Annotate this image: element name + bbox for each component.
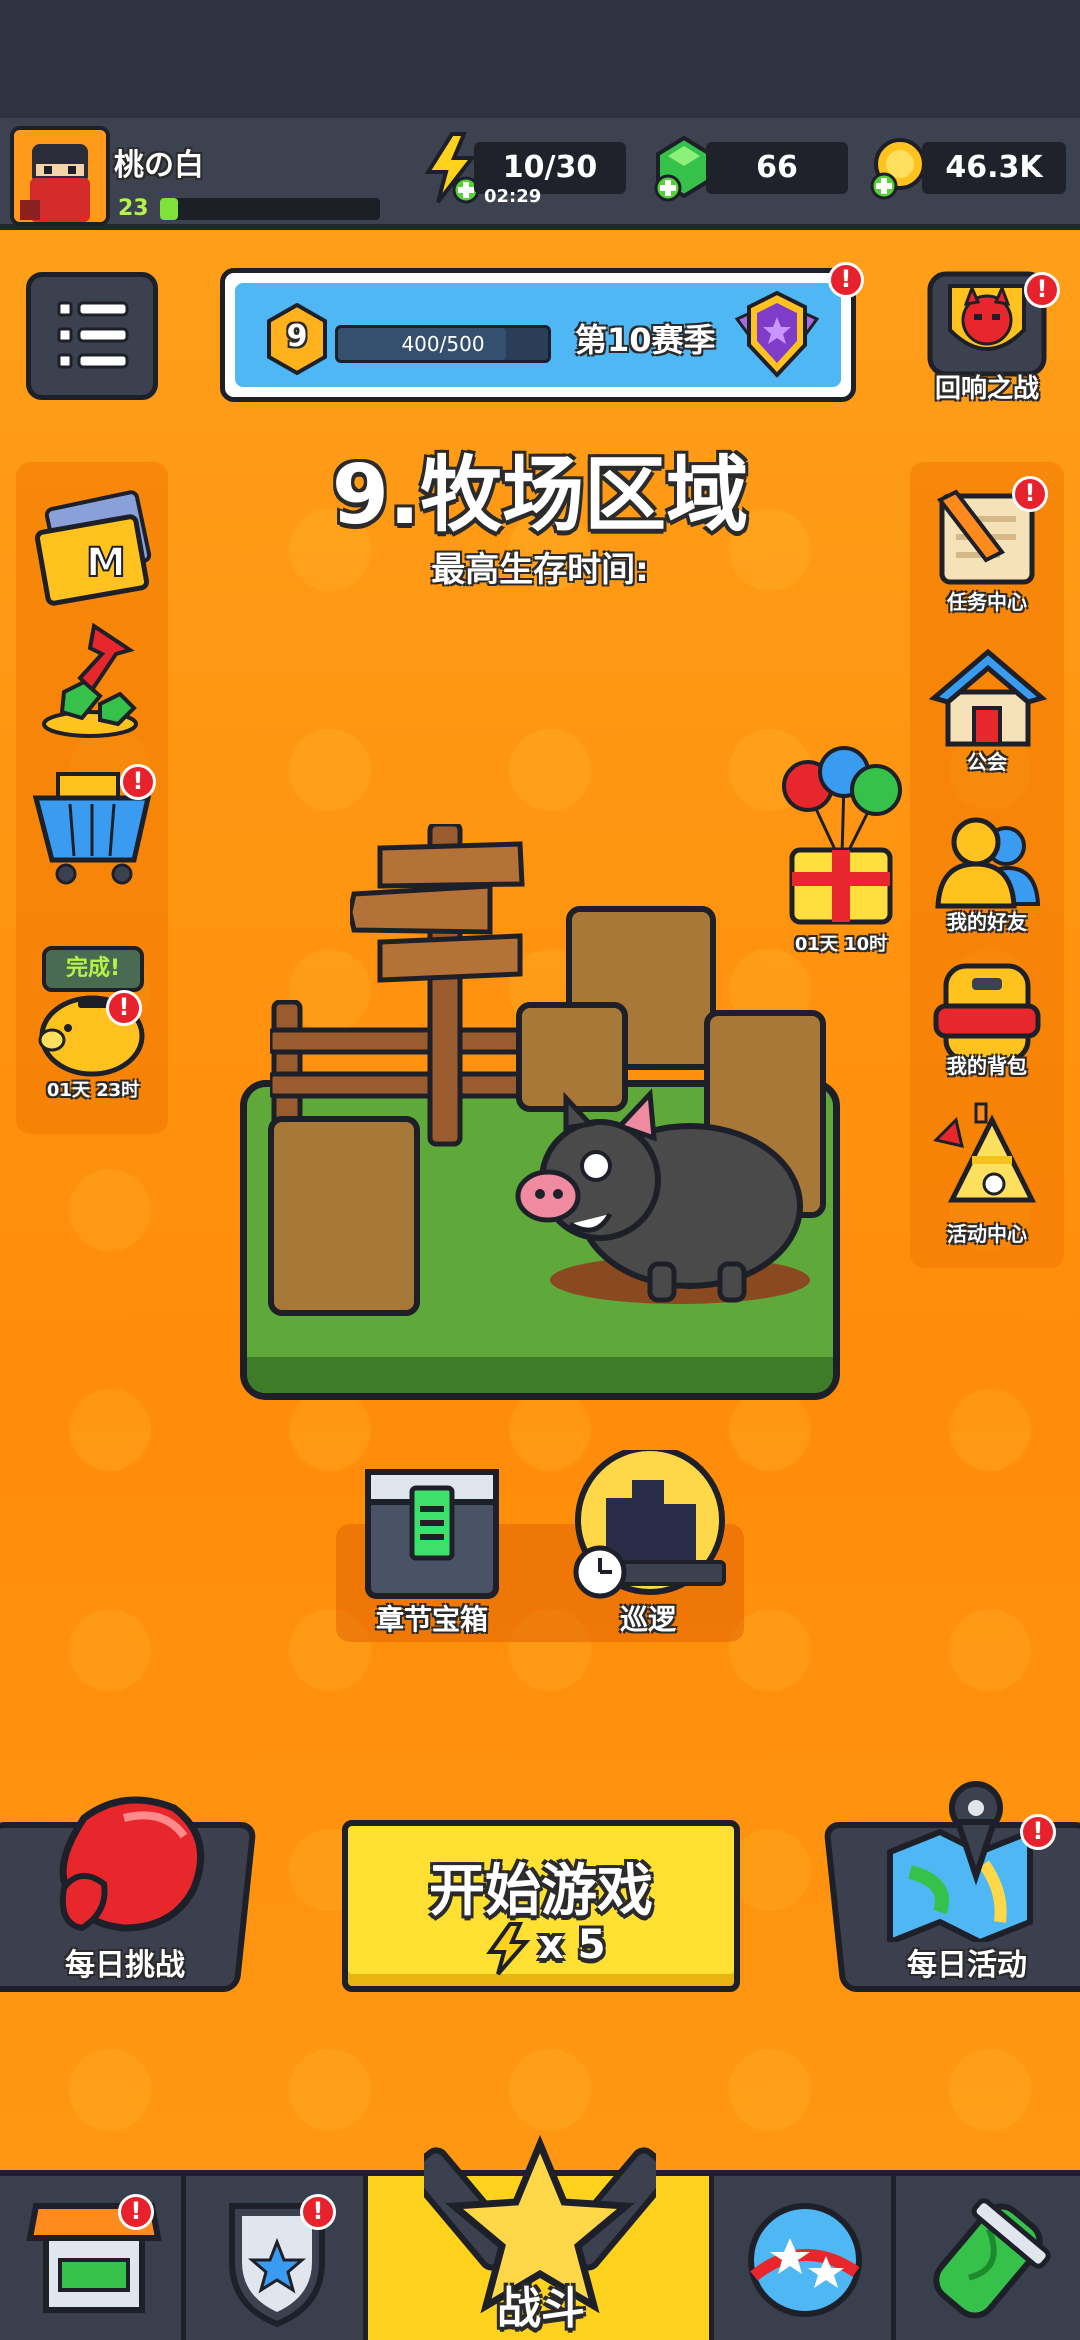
balloon-gift-button[interactable] [776, 746, 906, 936]
gift-timer: 01天 10时 [794, 934, 888, 955]
resource-header: 桃の白 23 10/30 02:29 66 46.3K [0, 118, 1080, 230]
season-progress-bar: 400/500 [335, 325, 551, 363]
list-menu-icon [57, 301, 129, 369]
energy-timer: 02:29 [484, 186, 542, 207]
patrol-label: 巡逻 [619, 1603, 676, 1636]
piggy-timer: 01天 23时 [46, 1080, 140, 1101]
echo-battle-alert-badge: ! [1024, 272, 1060, 308]
gem-box: 66 [706, 142, 848, 194]
season-emblem-icon [729, 289, 825, 383]
coin-value: 46.3K [945, 150, 1043, 185]
player-level: 23 [118, 196, 149, 221]
shield-star-icon [229, 2203, 325, 2328]
right-side-label-0: 任务中心 [947, 590, 1027, 614]
right-side-label-4: 活动中心 [947, 1222, 1027, 1246]
daily-event-label: 每日活动 [907, 1948, 1027, 1983]
piggy-complete-bubble: 完成! [42, 946, 144, 992]
nav-tab-talent[interactable] [714, 2176, 896, 2340]
patrol-button[interactable] [566, 1445, 730, 1600]
right-side-label-3: 我的背包 [947, 1054, 1027, 1078]
player-avatar[interactable] [10, 126, 110, 226]
house-icon [928, 648, 1048, 747]
event-center-button[interactable]: 活动中心 [922, 1100, 1052, 1246]
hay-bale [268, 1116, 420, 1316]
party-horn-icon [933, 1102, 1037, 1203]
growth-fund-button[interactable] [34, 620, 152, 742]
equipment-tab-alert-badge: ! [300, 2194, 336, 2230]
right-side-label-1: 公会 [967, 750, 1007, 774]
start-game-cost: x 5 [538, 1922, 606, 1968]
dna-capsule-icon [933, 2198, 1051, 2319]
boxing-glove-icon [44, 1788, 214, 1944]
shop-stall-icon [26, 2203, 162, 2313]
daily-challenge-label: 每日挑战 [65, 1948, 185, 1983]
bottom-nav: ! ! 战斗 [0, 2134, 1080, 2340]
season-alert-badge: ! [828, 262, 864, 298]
energy-icon[interactable] [420, 132, 480, 204]
star-orb-icon [748, 2203, 862, 2317]
shop-tab-alert-badge: ! [118, 2194, 154, 2230]
season-panel[interactable]: 9 400/500 第10赛季 [220, 268, 856, 402]
m-card-icon: M [34, 490, 152, 606]
island-edge [247, 1357, 833, 1393]
gem-value: 66 [756, 150, 798, 185]
player-name: 桃の白 [114, 148, 204, 183]
start-game-label: 开始游戏 [429, 1859, 653, 1924]
avatar-character-icon [14, 130, 106, 222]
battle-tab-label: 战斗 [497, 2283, 585, 2334]
season-panel-inner: 9 400/500 第10赛季 [235, 283, 841, 387]
start-game-button[interactable]: 开始游戏 x 5 [342, 1820, 740, 1992]
friends-button[interactable]: 我的好友 [922, 808, 1052, 938]
svg-text:M: M [86, 540, 126, 586]
task-alert-badge: ! [1012, 476, 1048, 512]
right-side-label-2: 我的好友 [947, 910, 1027, 934]
map-pin-icon [880, 1772, 1040, 1947]
backpack-icon [933, 963, 1041, 1063]
xp-bar [160, 198, 380, 220]
chapter-chest-icon [365, 1469, 499, 1599]
nav-tab-equipment[interactable] [186, 2176, 368, 2340]
gem-growth-arrow-icon [42, 622, 138, 738]
m-card-button[interactable]: M [30, 490, 154, 606]
boar-character [500, 1084, 820, 1314]
season-progress-text: 400/500 [401, 332, 485, 356]
coin-box: 46.3K [922, 142, 1066, 194]
piggy-alert-badge: ! [106, 990, 142, 1026]
coin-icon[interactable] [868, 136, 930, 200]
chapter-chest-button[interactable] [356, 1452, 508, 1602]
nav-tab-shop[interactable] [0, 2176, 186, 2340]
xp-bar-fill [160, 198, 178, 220]
balloon-gift-icon [782, 746, 902, 925]
daily-event-alert-badge: ! [1020, 1814, 1056, 1850]
cart-alert-badge: ! [120, 764, 156, 800]
friends-icon [935, 817, 1041, 909]
menu-button[interactable] [26, 272, 158, 400]
season-label: 第10赛季 [575, 321, 716, 359]
energy-cost-icon [486, 1922, 531, 1976]
piggy-complete-text: 完成! [65, 956, 121, 981]
backpack-button[interactable]: 我的背包 [922, 956, 1052, 1090]
nav-tab-evolution[interactable] [896, 2176, 1080, 2340]
echo-battle-label: 回响之战 [934, 374, 1039, 404]
guild-button[interactable]: 公会 [922, 644, 1052, 774]
status-bar [0, 0, 1080, 118]
patrol-city-clock-icon [573, 1445, 726, 1599]
chapter-chest-label: 章节宝箱 [375, 1603, 488, 1636]
season-rank: 9 [286, 319, 308, 354]
